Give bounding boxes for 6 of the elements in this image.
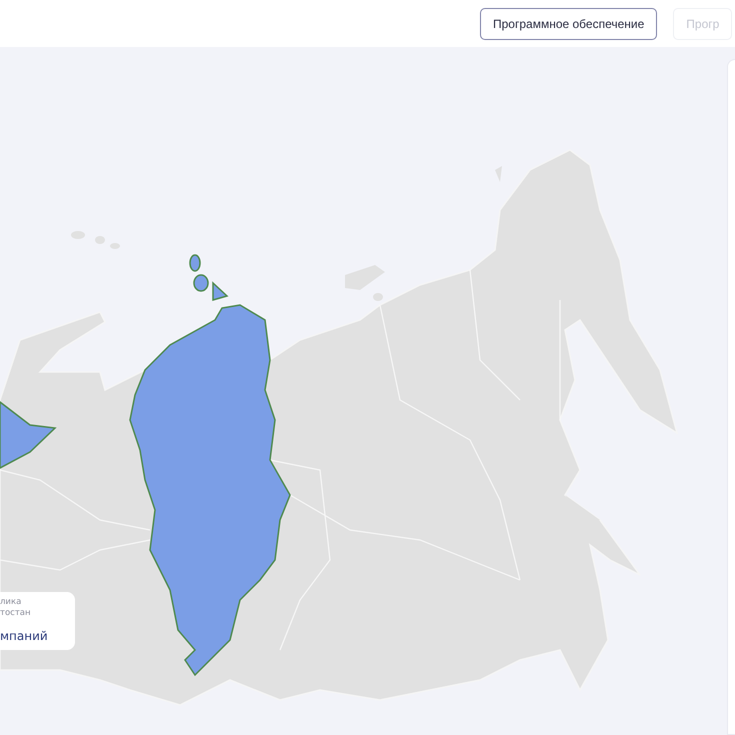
highlighted-region[interactable] [129, 304, 291, 676]
highlighted-island[interactable] [189, 254, 228, 301]
category-tab[interactable]: Программное обеспечение [480, 8, 658, 40]
highlighted-region[interactable] [0, 400, 57, 470]
region-name: лика тостан [0, 597, 32, 619]
company-count: мпаний [0, 629, 49, 643]
